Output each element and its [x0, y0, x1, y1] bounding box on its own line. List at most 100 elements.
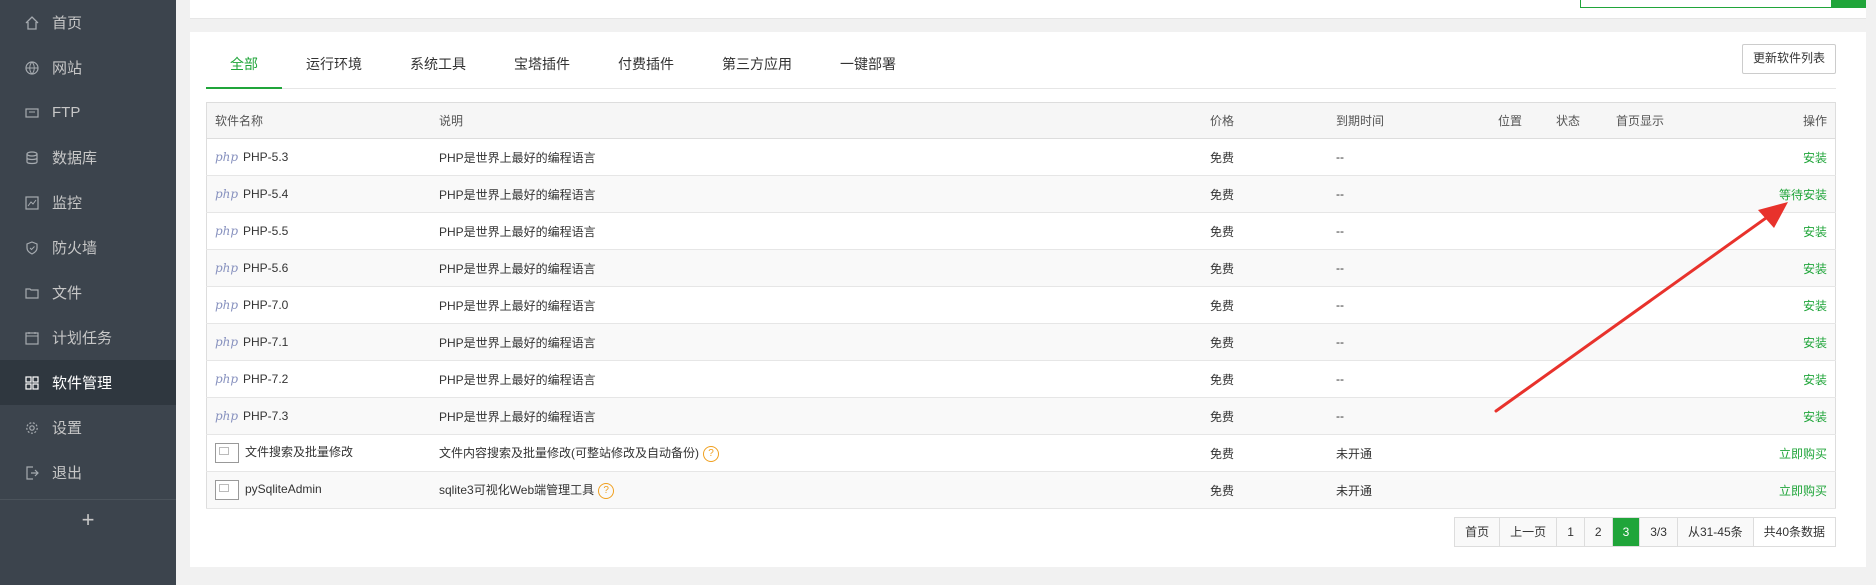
action-link[interactable]: 安装 — [1803, 262, 1827, 276]
add-menu-button[interactable]: + — [0, 499, 176, 540]
action-link[interactable]: 安装 — [1803, 151, 1827, 165]
action-link[interactable]: 安装 — [1803, 410, 1827, 424]
software-name: PHP-5.4 — [243, 187, 289, 201]
action-link[interactable]: 等待安装 — [1779, 188, 1827, 202]
refresh-list-button[interactable]: 更新软件列表 — [1741, 44, 1836, 74]
sidebar-item-4[interactable]: 监控 — [0, 180, 176, 225]
cell-name: php PHP-7.2 — [206, 360, 431, 398]
software-desc: PHP是世界上最好的编程语言 — [439, 187, 596, 202]
software-desc: PHP是世界上最好的编程语言 — [439, 335, 596, 350]
php-logo-icon: php — [215, 224, 239, 238]
sidebar-item-0[interactable]: 首页 — [0, 0, 176, 45]
software-name: pySqliteAdmin — [245, 482, 322, 497]
cell-homepage — [1608, 249, 1744, 287]
home-icon — [24, 15, 40, 31]
search-input[interactable] — [1580, 0, 1832, 8]
sidebar-item-label: 防火墙 — [52, 240, 98, 257]
cell-homepage — [1608, 138, 1744, 176]
pager-range: 从31-45条 — [1676, 518, 1753, 546]
sidebar: 首页 网站 FTP 数据库 监控防火墙文件计划任务 软件管理设置退出 + — [0, 0, 176, 585]
sidebar-item-6[interactable]: 文件 — [0, 270, 176, 315]
cell-price: 免费 — [1202, 286, 1328, 324]
action-link[interactable]: 安装 — [1803, 336, 1827, 350]
table-row: php PHP-7.2 PHP是世界上最好的编程语言 免费 -- 安装 — [206, 360, 1836, 398]
software-desc: PHP是世界上最好的编程语言 — [439, 150, 596, 165]
cell-action: 立即购买 — [1744, 434, 1836, 472]
cell-name: 文件搜索及批量修改 — [206, 434, 431, 472]
cell-desc: PHP是世界上最好的编程语言 — [431, 212, 1202, 250]
database-icon — [24, 150, 40, 166]
cell-desc: PHP是世界上最好的编程语言 — [431, 360, 1202, 398]
col-header-action: 操作 — [1744, 102, 1836, 139]
software-name: PHP-5.6 — [243, 261, 289, 275]
pager-page-1[interactable]: 1 — [1556, 518, 1584, 546]
search-button[interactable] — [1832, 0, 1866, 8]
software-desc: PHP是世界上最好的编程语言 — [439, 224, 596, 239]
cell-action: 立即购买 — [1744, 471, 1836, 509]
tab-1[interactable]: 运行环境 — [282, 46, 386, 88]
tab-4[interactable]: 付费插件 — [594, 46, 698, 88]
col-header-name: 软件名称 — [206, 102, 431, 139]
sidebar-item-5[interactable]: 防火墙 — [0, 225, 176, 270]
logout-icon — [24, 465, 40, 481]
tab-6[interactable]: 一键部署 — [816, 46, 920, 88]
cell-status — [1548, 323, 1608, 361]
cell-name: php PHP-7.3 — [206, 397, 431, 435]
cell-name: php PHP-5.3 — [206, 138, 431, 176]
help-icon[interactable]: ? — [598, 482, 615, 499]
action-link[interactable]: 立即购买 — [1779, 447, 1827, 461]
cell-price: 免费 — [1202, 397, 1328, 435]
shield-icon — [24, 240, 40, 256]
sidebar-item-label: 文件 — [52, 285, 83, 302]
cell-status — [1548, 286, 1608, 324]
software-name: PHP-7.0 — [243, 298, 289, 312]
pager-first[interactable]: 首页 — [1455, 518, 1500, 546]
folder-icon — [24, 285, 40, 301]
sidebar-item-7[interactable]: 计划任务 — [0, 315, 176, 360]
pager-page-3-current: 3 — [1611, 518, 1640, 546]
sidebar-item-8[interactable]: 软件管理 — [0, 360, 176, 405]
software-desc: sqlite3可视化Web端管理工具 — [439, 483, 595, 498]
sidebar-item-9[interactable]: 设置 — [0, 405, 176, 450]
ftp-icon — [24, 105, 40, 121]
sidebar-item-3[interactable]: 数据库 — [0, 135, 176, 180]
pager-page-2[interactable]: 2 — [1583, 518, 1612, 546]
cell-expire: -- — [1328, 138, 1490, 176]
table-header-row: 软件名称 说明 价格 到期时间 位置 状态 首页显示 操作 — [206, 102, 1836, 139]
cell-status — [1548, 397, 1608, 435]
table-row: php PHP-5.4 PHP是世界上最好的编程语言 免费 -- 等待安装 — [206, 175, 1836, 213]
col-header-position: 位置 — [1490, 102, 1548, 139]
table-row: pySqliteAdmin sqlite3可视化Web端管理工具? 免费 未开通 立即购… — [206, 471, 1836, 509]
cell-desc: PHP是世界上最好的编程语言 — [431, 397, 1202, 435]
table-row: php PHP-7.0 PHP是世界上最好的编程语言 免费 -- 安装 — [206, 286, 1836, 324]
cell-position — [1490, 286, 1548, 324]
action-link[interactable]: 安装 — [1803, 225, 1827, 239]
col-header-homepage: 首页显示 — [1608, 102, 1744, 139]
cell-homepage — [1608, 397, 1744, 435]
php-logo-icon: php — [215, 187, 239, 201]
cell-price: 免费 — [1202, 471, 1328, 509]
gear-icon — [24, 420, 40, 436]
monitor-icon — [24, 195, 40, 211]
sidebar-item-1[interactable]: 网站 — [0, 45, 176, 90]
cell-homepage — [1608, 360, 1744, 398]
cell-expire: -- — [1328, 286, 1490, 324]
cell-price: 免费 — [1202, 323, 1328, 361]
action-link[interactable]: 安装 — [1803, 299, 1827, 313]
software-desc: PHP是世界上最好的编程语言 — [439, 298, 596, 313]
tab-5[interactable]: 第三方应用 — [698, 46, 816, 88]
cell-status — [1548, 138, 1608, 176]
cell-name: php PHP-5.5 — [206, 212, 431, 250]
action-link[interactable]: 立即购买 — [1779, 484, 1827, 498]
sidebar-item-2[interactable]: FTP — [0, 90, 176, 135]
action-link[interactable]: 安装 — [1803, 373, 1827, 387]
tab-3[interactable]: 宝塔插件 — [490, 46, 594, 88]
pager-prev[interactable]: 上一页 — [1499, 518, 1557, 546]
help-icon[interactable]: ? — [703, 445, 719, 462]
sidebar-item-10[interactable]: 退出 — [0, 450, 176, 495]
sidebar-item-label: 设置 — [52, 420, 83, 437]
tab-0[interactable]: 全部 — [206, 46, 282, 89]
tab-2[interactable]: 系统工具 — [386, 46, 490, 88]
cell-homepage — [1608, 212, 1744, 250]
php-logo-icon: php — [215, 372, 239, 386]
